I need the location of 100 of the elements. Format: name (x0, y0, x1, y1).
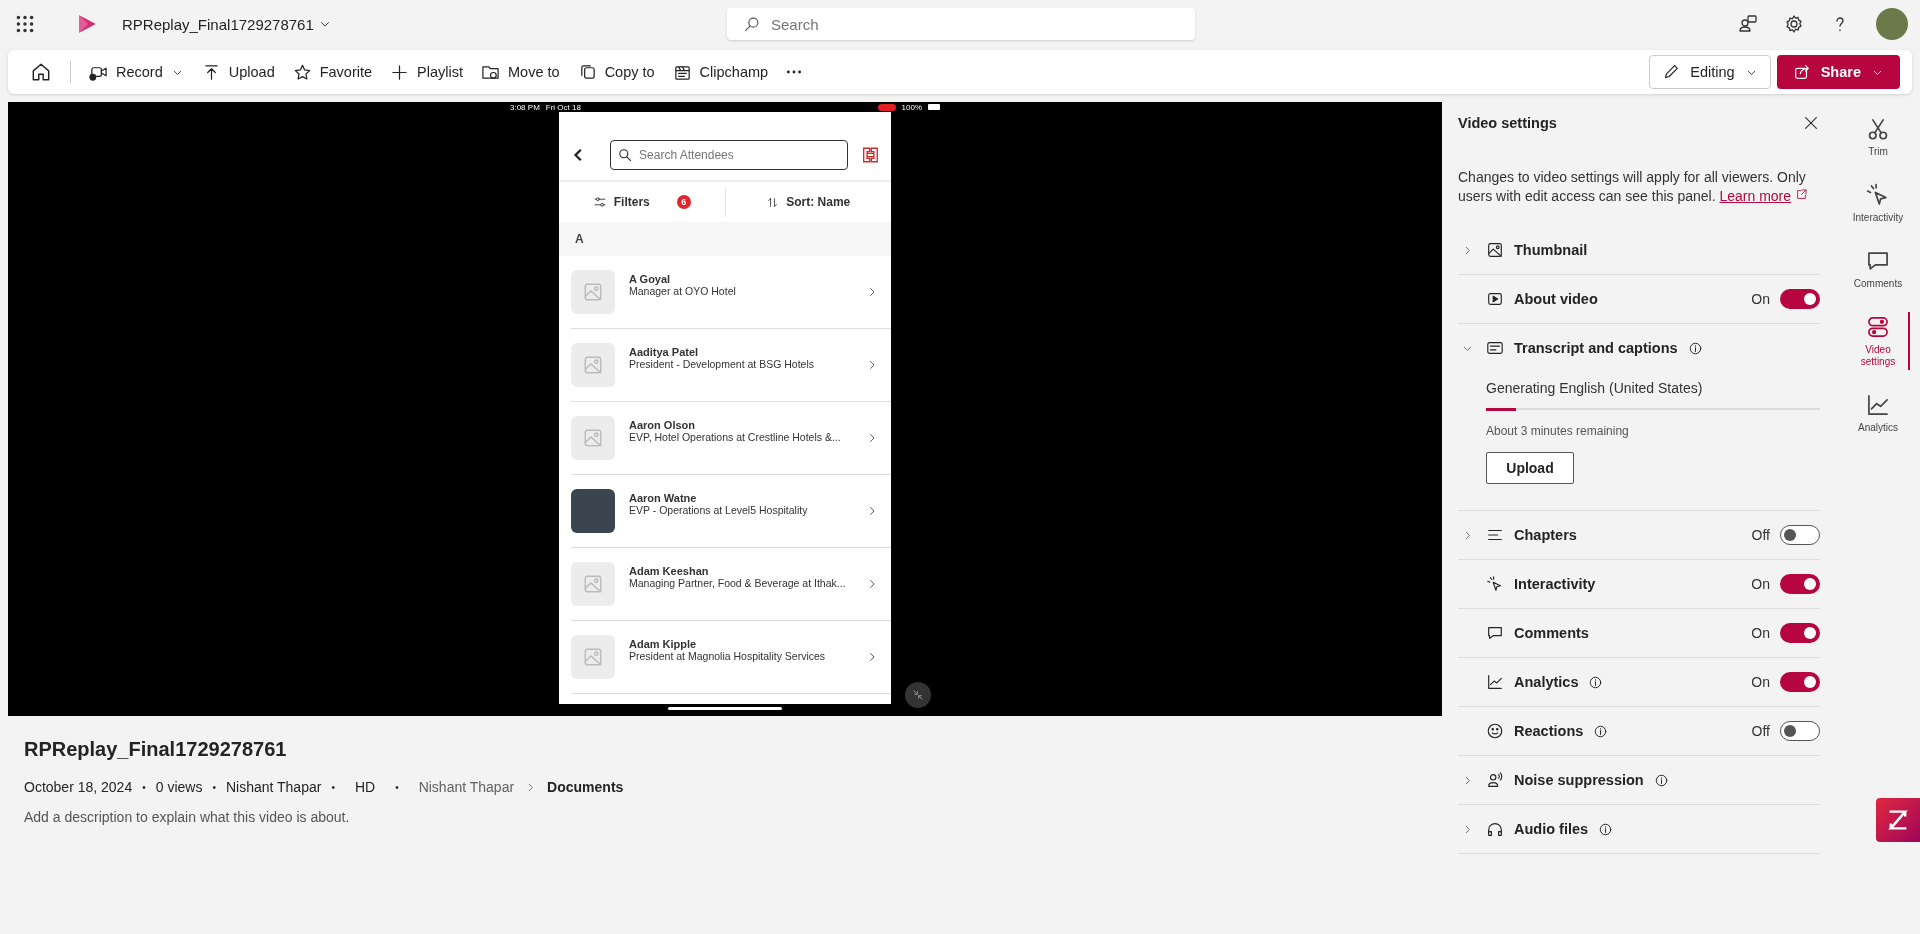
attendee-name: Adam Kipple (629, 638, 698, 650)
play-icon (1486, 290, 1504, 308)
meta-text: 0 views (155, 779, 203, 795)
editing-button[interactable]: Editing (1649, 55, 1771, 89)
attendee-row[interactable]: Adam Keeshan Managing Partner, Food & Beverage at Ithak... (571, 548, 891, 621)
floating-app-button[interactable] (1876, 798, 1920, 842)
section-title: Transcript and captions (1514, 340, 1678, 356)
toolbar-button[interactable]: Copy to (571, 56, 661, 88)
zigzag-icon (1886, 808, 1910, 832)
sort-button[interactable]: Sort: Name (725, 182, 891, 222)
collapse-icon (911, 688, 925, 702)
toolbar-button[interactable]: Clipchamp (666, 56, 775, 88)
attendee-row[interactable]: Aaditya Patel President - Development at BSG Hotels (571, 329, 891, 402)
status-date: Fri Oct 18 (545, 102, 581, 112)
image-icon (582, 646, 604, 668)
toolbar-button[interactable]: Favorite (286, 56, 379, 88)
attendee-title: EVP, Hotel Operations at Crestline Hotels &... (629, 431, 842, 443)
toggle-state: On (1751, 625, 1770, 641)
plus-icon (390, 62, 410, 82)
search-icon (743, 15, 761, 33)
search-field[interactable]: Search (727, 8, 1195, 40)
toggles-icon (1865, 314, 1891, 340)
meta-text: October 18, 2024 (24, 779, 133, 795)
smiley-icon (1486, 722, 1504, 740)
upload-button[interactable]: Upload (1486, 452, 1574, 484)
filter-icon (592, 195, 607, 209)
close-icon (1802, 114, 1820, 132)
section-title: Reactions (1514, 723, 1584, 739)
pointer-icon (1486, 575, 1504, 593)
toolbar-button[interactable]: Record (83, 56, 190, 88)
attendee-name: Aaditya Patel (629, 346, 700, 358)
toggle-state: On (1751, 576, 1770, 592)
toggle-switch[interactable] (1780, 574, 1820, 594)
section-letter: A (559, 222, 891, 256)
toggle-state: On (1751, 291, 1770, 307)
toolbar-button[interactable]: Move to (475, 56, 566, 88)
collapse-button[interactable] (905, 682, 931, 708)
app-logo[interactable] (76, 13, 98, 35)
separator-dot: • (395, 781, 399, 793)
section-title: About video (1514, 291, 1598, 307)
attendee-name: Aaron Watne (629, 492, 698, 504)
toggle-switch[interactable] (1780, 289, 1820, 309)
toggle-state: Off (1751, 527, 1770, 543)
section-title: Chapters (1514, 527, 1577, 543)
external-link-icon (1794, 188, 1808, 201)
attendee-row[interactable]: A Goyal Manager at OYO Hotel (571, 256, 891, 329)
separator-dot: • (331, 781, 335, 793)
filters-button[interactable]: Filters 6 (559, 182, 725, 222)
rail-tab[interactable]: Comments (1840, 246, 1918, 292)
attendee-name: Aaron Olson (629, 419, 696, 431)
chart-icon (1486, 673, 1504, 691)
search-attendees-field[interactable]: Search Attendees (610, 140, 849, 170)
status-time: 3:08 PM (510, 102, 540, 112)
attendee-title: President at Magnolia Hospitality Services (629, 650, 827, 662)
video-title: RPReplay_Final1729278761 (24, 738, 288, 761)
breadcrumb-link[interactable]: Documents (547, 779, 624, 795)
pencil-icon (1662, 63, 1681, 81)
time-remaining: About 3 minutes remaining (1486, 424, 1630, 438)
chart-icon (1865, 392, 1891, 418)
attendee-title: President - Development at BSG Hotels (629, 358, 815, 370)
meta-text: Nishant Thapar (225, 779, 322, 795)
section-title: Interactivity (1514, 576, 1596, 592)
file-title-menu[interactable]: RPReplay_Final1729278761 (122, 15, 332, 33)
breadcrumb-link[interactable]: Nishant Thapar (418, 779, 515, 795)
avatar[interactable] (1876, 8, 1908, 40)
panel-title: Video settings (1458, 115, 1557, 131)
toolbar-button[interactable]: Playlist (384, 56, 470, 88)
toggle-state: Off (1751, 723, 1770, 739)
toggle-switch[interactable] (1780, 672, 1820, 692)
learn-more-link[interactable]: Learn more (1719, 188, 1792, 204)
attendee-row[interactable]: Aaron Watne EVP - Operations at Level5 Hospitality (571, 475, 891, 548)
attendee-name: A Goyal (629, 273, 672, 285)
rail-tab[interactable]: Video settings (1848, 312, 1910, 370)
attendee-row[interactable]: Adam Kipple President at Magnolia Hospitality Services (571, 621, 891, 694)
share-icon (1792, 63, 1811, 81)
rail-tab[interactable]: Analytics (1840, 390, 1918, 436)
toggle-switch[interactable] (1780, 525, 1820, 545)
toggle-switch[interactable] (1780, 721, 1820, 741)
captions-icon (1486, 339, 1504, 357)
settings-icon (1784, 14, 1804, 34)
sort-icon (766, 195, 780, 209)
image-icon (582, 573, 604, 595)
image-icon (582, 281, 604, 303)
search-icon (617, 147, 634, 163)
toolbar-button[interactable]: Upload (195, 56, 281, 88)
comment-icon (1486, 624, 1504, 642)
toggle-state: On (1751, 674, 1770, 690)
share-button[interactable]: Share (1776, 55, 1900, 89)
star-icon (292, 62, 312, 82)
rail-tab[interactable]: Interactivity (1840, 180, 1918, 226)
recording-indicator (877, 103, 896, 111)
image-icon (582, 427, 604, 449)
caption-status: Generating English (United States) (1486, 380, 1704, 396)
toggle-switch[interactable] (1780, 623, 1820, 643)
filter-count: 6 (676, 195, 691, 209)
rail-tab[interactable]: Trim (1840, 114, 1918, 160)
attendee-row[interactable]: Aaron Olson EVP, Hotel Operations at Crestline Hotels &... (571, 402, 891, 475)
app-launcher-icon[interactable] (14, 13, 36, 35)
video-description[interactable]: Add a description to explain what this video is about. (24, 809, 1426, 825)
close-button[interactable] (1802, 114, 1820, 132)
